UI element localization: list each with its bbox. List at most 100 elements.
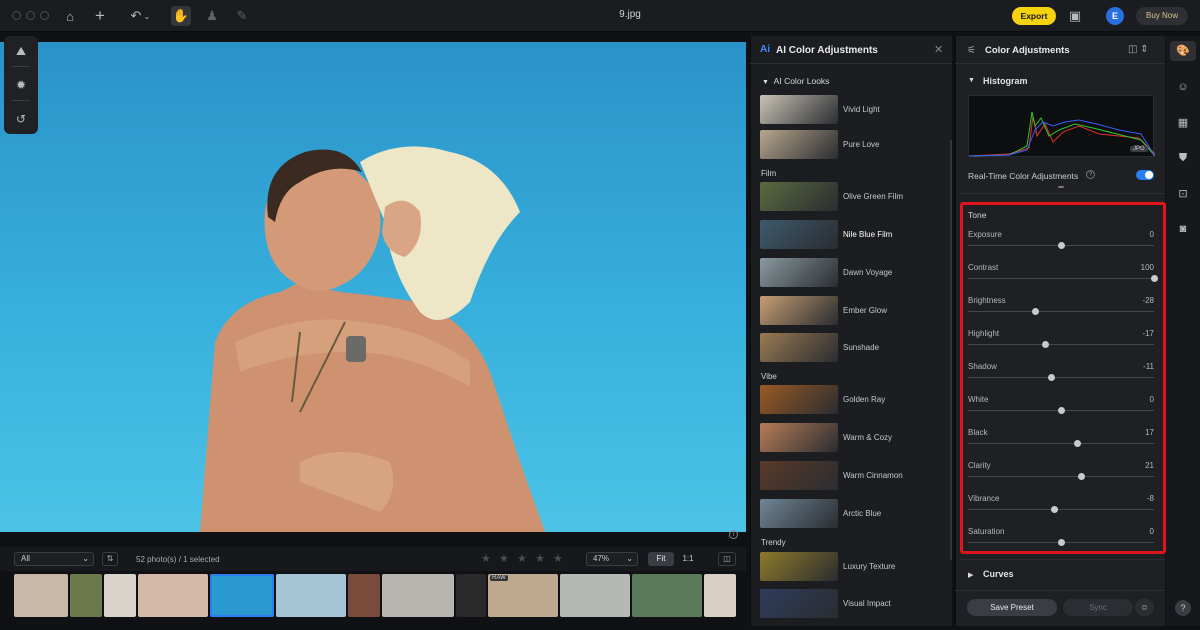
look-thumbnail[interactable] <box>760 589 838 618</box>
history-icon[interactable]: ↺ <box>12 110 30 128</box>
slider-handle[interactable] <box>1047 374 1055 381</box>
look-thumbnail[interactable] <box>760 95 838 124</box>
realtime-toggle[interactable] <box>1136 170 1154 180</box>
ai-looks-section[interactable]: ▼ AI Color Looks <box>762 76 829 86</box>
slider-value[interactable]: -11 <box>1100 362 1154 371</box>
slider-track[interactable] <box>968 443 1154 444</box>
layout-toggle-icon[interactable]: ◫ ⇕ <box>1128 44 1149 55</box>
rating-star-4[interactable]: ★ <box>535 552 545 565</box>
thumbnail[interactable] <box>560 574 630 617</box>
slider-handle[interactable] <box>1031 308 1039 315</box>
window-close-button[interactable] <box>12 11 21 20</box>
palette-icon[interactable]: 🎨 <box>1175 43 1191 59</box>
slider-track[interactable] <box>968 509 1154 510</box>
info-icon[interactable]: i <box>729 530 738 539</box>
slider-handle[interactable] <box>1050 506 1058 513</box>
help-button[interactable]: ? <box>1175 600 1191 616</box>
hand-tool-icon[interactable]: ✋ <box>171 6 191 26</box>
look-thumbnail[interactable] <box>760 499 838 528</box>
thumbnail[interactable] <box>704 574 736 617</box>
stamp-tool-icon[interactable]: ♟ <box>202 6 222 26</box>
chevron-down-icon[interactable]: ⌄ <box>142 6 152 26</box>
album-select[interactable]: All ⌄ <box>14 552 94 566</box>
slider-handle[interactable] <box>1073 440 1081 447</box>
slider-handle[interactable] <box>1058 539 1065 546</box>
clothing-icon[interactable]: ⛊ <box>1175 150 1191 166</box>
look-name[interactable]: Vivid Light <box>843 105 880 114</box>
thumbnail[interactable] <box>14 574 68 617</box>
collapse-triangle-icon[interactable]: ▼ <box>968 77 975 84</box>
drag-handle[interactable] <box>1058 186 1064 188</box>
expand-triangle-icon[interactable]: ▶ <box>968 571 973 579</box>
look-name[interactable]: Warm & Cozy <box>843 433 892 442</box>
rating-star-5[interactable]: ★ <box>553 552 563 565</box>
thumbnail[interactable]: RAW <box>488 574 558 617</box>
thumbnail[interactable] <box>348 574 380 617</box>
slider-track[interactable] <box>968 344 1154 345</box>
slider-handle[interactable] <box>1151 275 1158 282</box>
window-zoom-button[interactable] <box>40 11 49 20</box>
window-minimize-button[interactable] <box>26 11 35 20</box>
thumbnail[interactable] <box>70 574 102 617</box>
look-thumbnail[interactable] <box>760 552 838 581</box>
look-name[interactable]: Ember Glow <box>843 306 887 315</box>
zoom-select[interactable]: 47% ⌄ <box>586 552 638 566</box>
look-name[interactable]: Pure Love <box>843 140 879 149</box>
camera-icon[interactable]: ◙ <box>1175 221 1191 237</box>
look-thumbnail[interactable] <box>760 423 838 452</box>
fit-button[interactable]: Fit <box>648 552 674 566</box>
slider-track[interactable] <box>968 476 1154 477</box>
scrollbar[interactable] <box>950 140 952 560</box>
thumbnail[interactable] <box>632 574 702 617</box>
home-icon[interactable]: ⌂ <box>60 6 80 26</box>
slider-handle[interactable] <box>1077 473 1085 480</box>
slider-track[interactable] <box>968 278 1154 279</box>
compare-view-icon[interactable]: ◫ <box>718 552 736 566</box>
close-icon[interactable]: ✕ <box>934 43 943 56</box>
sync-button[interactable]: Sync <box>1063 599 1133 616</box>
slider-handle[interactable] <box>1058 407 1065 414</box>
look-name[interactable]: Olive Green Film <box>843 192 903 201</box>
look-name[interactable]: Luxury Texture <box>843 562 895 571</box>
slider-value[interactable]: 0 <box>1100 395 1154 404</box>
one-to-one-button[interactable]: 1:1 <box>676 552 700 566</box>
slider-value[interactable]: 21 <box>1100 461 1154 470</box>
landscape-enhance-icon[interactable]: ⛰ <box>12 42 30 60</box>
look-name[interactable]: Golden Ray <box>843 395 885 404</box>
slider-value[interactable]: -17 <box>1100 329 1154 338</box>
look-thumbnail[interactable] <box>760 182 838 211</box>
slider-value[interactable]: 100 <box>1100 263 1154 272</box>
rating-star-2[interactable]: ★ <box>499 552 509 565</box>
share-icon[interactable]: ▣ <box>1065 6 1085 26</box>
look-name[interactable]: Visual Impact <box>843 599 891 608</box>
slider-value[interactable]: -28 <box>1100 296 1154 305</box>
look-thumbnail[interactable] <box>760 296 838 325</box>
add-icon[interactable]: + <box>90 6 110 26</box>
thumbnail[interactable] <box>382 574 454 617</box>
thumbnail[interactable] <box>138 574 208 617</box>
slider-value[interactable]: 0 <box>1100 527 1154 536</box>
slider-handle[interactable] <box>1058 242 1065 249</box>
crop-icon[interactable]: ⊡ <box>1175 186 1191 202</box>
thumbnail[interactable] <box>276 574 346 617</box>
rating-star-1[interactable]: ★ <box>481 552 491 565</box>
rating-star-3[interactable]: ★ <box>517 552 527 565</box>
look-thumbnail[interactable] <box>760 130 838 159</box>
image-icon[interactable]: ▦ <box>1175 115 1191 131</box>
export-button[interactable]: Export <box>1012 7 1056 25</box>
slider-track[interactable] <box>968 377 1154 378</box>
thumbnail[interactable] <box>104 574 136 617</box>
slider-value[interactable]: 0 <box>1100 230 1154 239</box>
help-icon[interactable]: ? <box>1086 170 1095 179</box>
portrait-icon[interactable]: ☺ <box>1175 79 1191 95</box>
sun-adjust-icon[interactable]: ✹ <box>12 76 30 94</box>
thumbnail[interactable] <box>456 574 486 617</box>
look-thumbnail[interactable] <box>760 461 838 490</box>
look-name[interactable]: Arctic Blue <box>843 509 881 518</box>
buy-now-button[interactable]: Buy Now <box>1136 7 1188 25</box>
look-name[interactable]: Warm Cinnamon <box>843 471 903 480</box>
save-preset-button[interactable]: Save Preset <box>967 599 1057 616</box>
thumbnail-selected[interactable] <box>210 574 274 617</box>
photo-canvas[interactable] <box>0 42 746 532</box>
curves-section-label[interactable]: Curves <box>983 569 1014 579</box>
